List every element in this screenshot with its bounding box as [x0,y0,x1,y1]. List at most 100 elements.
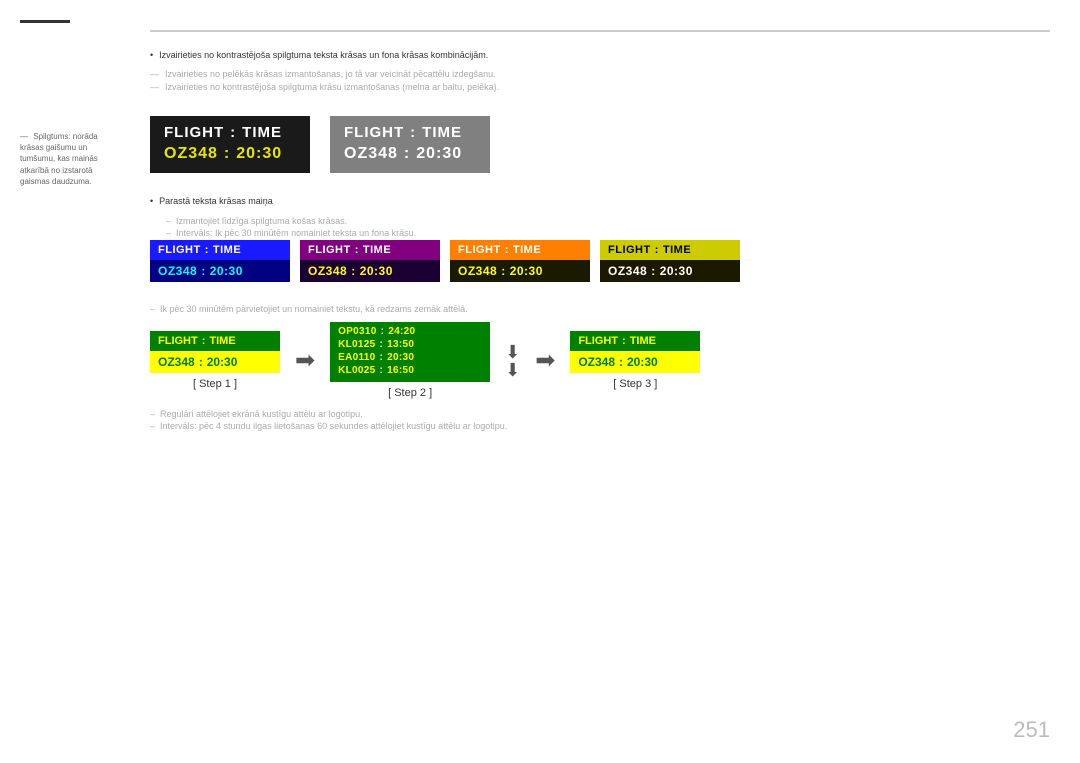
board-blue: FLIGHT : TIME OZ348 : 20:30 [150,240,290,282]
yellow-top-label1: FLIGHT [608,244,651,256]
yellow-bot-code: OZ348 [608,264,647,278]
step3-time: 20:30 [627,355,658,369]
board2-time: 20:30 [416,145,462,163]
board-orange: FLIGHT : TIME OZ348 : 20:30 [450,240,590,282]
arrow-right-icon-2: ➡ [535,346,555,375]
bullet-item-1: Izvairieties no kontrastējoša spilgtuma … [150,50,1050,60]
blue-bot-colon: : [201,264,206,278]
step3-top2: TIME [630,335,656,347]
purple-top-colon: : [355,244,359,256]
step2-f3-colon: : [380,352,384,363]
step2-f3-time: 20:30 [387,352,414,363]
step3-colon1: : [622,335,626,347]
step2-f2-colon: : [380,339,384,350]
orange-top-label1: FLIGHT [458,244,501,256]
step2-f1-time: 24:20 [388,326,415,337]
purple-top-label1: FLIGHT [308,244,351,256]
purple-bot-colon: : [351,264,356,278]
board2-label1: FLIGHT [344,124,404,141]
board1-code: OZ348 [164,145,218,163]
board2-code: OZ348 [344,145,398,163]
board2-colon1: : [410,124,416,141]
step2-f2-time: 13:50 [387,339,414,350]
orange-bot-code: OZ348 [458,264,497,278]
main-bullets: Izvairieties no kontrastējoša spilgtuma … [150,50,1050,63]
dash-item-2: Izvairieties no kontrastējoša spilgtuma … [150,82,1050,92]
step-dash-text: Ik pēc 30 minūtēm pārvietojiet un nomain… [150,304,1050,314]
sub-bullet-item: Parastā teksta krāsas maiņa [150,196,1050,206]
step2-f2-code: KL0125 [338,339,375,350]
arrow-down-1: ⬇ [505,343,520,361]
dash-item-1: Izvairieties no pelēkās krāsas izmantoša… [150,69,1050,79]
colored-boards-row: FLIGHT : TIME OZ348 : 20:30 FLIGHT : [150,240,1050,282]
step3-colon2: : [619,355,623,369]
blue-top-label2: TIME [213,244,241,256]
screensaver-list: Regulāri attēlojiet ekrānā kustīgu attēl… [150,409,1050,431]
step1-label: [ Step 1 ] [193,378,237,390]
main-content: Izvairieties no kontrastējoša spilgtuma … [130,0,1080,763]
yellow-bot-time: 20:30 [660,264,693,278]
step2-label: [ Step 2 ] [388,387,432,399]
blue-top-label1: FLIGHT [158,244,201,256]
step1-colon1: : [202,335,206,347]
arrow-right-icon-1: ➡ [295,346,315,375]
step1-top1: FLIGHT [158,335,198,347]
board-gray: FLIGHT : TIME OZ348 : 20:30 [330,116,490,173]
step2-f4-colon: : [380,365,384,376]
step2-f1-code: OP0310 [338,326,377,337]
orange-bot-time: 20:30 [510,264,543,278]
board2-label2: TIME [422,124,462,141]
sidebar-bar [20,20,70,23]
board1-time: 20:30 [236,145,282,163]
yellow-bot-colon: : [651,264,656,278]
board1-colon1: : [230,124,236,141]
board2-colon2: : [404,145,410,163]
step1-item: FLIGHT : TIME OZ348 : 20:30 [ Step 1 ] [150,331,280,390]
step2-f1-colon: : [381,326,385,337]
steps-row: FLIGHT : TIME OZ348 : 20:30 [ Step 1 ] ➡ [150,322,1050,399]
sub-dash-list: Izmantojiet līdzīga spilgtuma košas krās… [150,216,1050,238]
double-arrow-icon: ⬇ ⬇ [505,343,520,379]
step3-top1: FLIGHT [578,335,618,347]
blue-bot-code: OZ348 [158,264,197,278]
main-boards-row: FLIGHT : TIME OZ348 : 20:30 FLIGHT : TIM… [150,116,1050,173]
board1-colon2: : [224,145,230,163]
step1-colon2: : [199,355,203,369]
step2-f4-code: KL0025 [338,365,375,376]
step1-board: FLIGHT : TIME OZ348 : 20:30 [150,331,280,373]
step2-board: OP0310 : 24:20 KL0125 : 13:50 EA0110 : [330,322,490,382]
sidebar: — Spilgtums: norāda krāsas gaišumu un tu… [0,0,130,763]
blue-bot-time: 20:30 [210,264,243,278]
purple-bot-code: OZ348 [308,264,347,278]
step-section: Ik pēc 30 minūtēm pārvietojiet un nomain… [150,304,1050,433]
purple-bot-time: 20:30 [360,264,393,278]
colored-boards-section: Parastā teksta krāsas maiņa Izmantojiet … [150,196,1050,290]
sub-dash-2: Intervāls: Ik pēc 30 minūtēm nomainiet t… [166,228,1050,238]
yellow-top-colon: : [655,244,659,256]
strikethrough-bullets: Izvairieties no pelēkās krāsas izmantoša… [150,69,1050,95]
step1-time: 20:30 [207,355,238,369]
board1-label2: TIME [242,124,282,141]
board1-label1: FLIGHT [164,124,224,141]
page-number: 251 [1013,717,1050,743]
step2-f4-time: 16:50 [387,365,414,376]
board-purple: FLIGHT : TIME OZ348 : 20:30 [300,240,440,282]
top-divider [150,30,1050,32]
orange-top-colon: : [505,244,509,256]
board-black: FLIGHT : TIME OZ348 : 20:30 [150,116,310,173]
step1-code: OZ348 [158,355,195,369]
sub-bullets: Parastā teksta krāsas maiņa [150,196,1050,206]
purple-top-label2: TIME [363,244,391,256]
orange-bot-colon: : [501,264,506,278]
step2-item: OP0310 : 24:20 KL0125 : 13:50 EA0110 : [330,322,490,399]
arrow-down-2: ⬇ [505,361,520,379]
screensaver-dash-2: Intervāls: pēc 4 stundu ilgas lietošanas… [150,421,1050,431]
step3-label: [ Step 3 ] [613,378,657,390]
orange-top-label2: TIME [513,244,541,256]
step3-item: FLIGHT : TIME OZ348 : 20:30 [ Step 3 ] [570,331,700,390]
board-yellow: FLIGHT : TIME OZ348 : 20:30 [600,240,740,282]
sub-dash-1: Izmantojiet līdzīga spilgtuma košas krās… [166,216,1050,226]
blue-top-colon: : [205,244,209,256]
step3-code: OZ348 [578,355,615,369]
step1-top2: TIME [209,335,235,347]
